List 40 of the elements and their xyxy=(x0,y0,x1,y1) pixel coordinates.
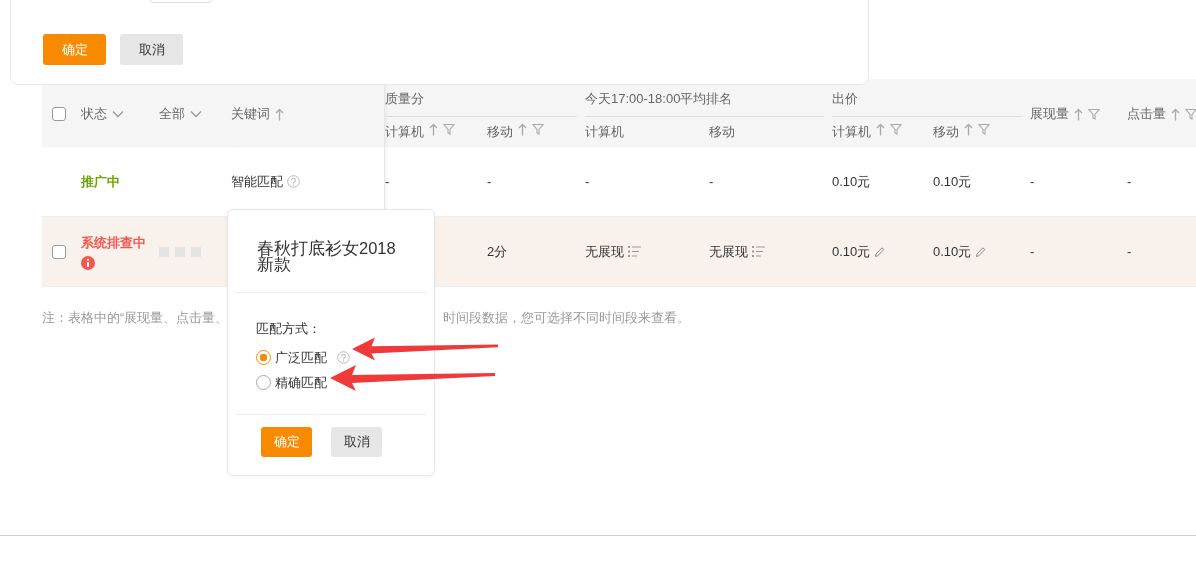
column-header[interactable]: 点击量 xyxy=(1127,105,1166,123)
option-label[interactable]: 广泛匹配 xyxy=(275,348,327,367)
note-text: 注：表格中的“展现量、点击量、 xyxy=(42,309,229,327)
table-cell: - xyxy=(1127,174,1132,189)
cancel-button[interactable]: 取消 xyxy=(331,427,382,457)
table-cell: 智能匹配 xyxy=(231,172,283,191)
option-label[interactable]: 精确匹配 xyxy=(275,373,327,392)
table-cell: 0.10元 xyxy=(832,242,871,261)
column-group-header: 出价 xyxy=(832,90,1022,117)
table-cell: 无展现 xyxy=(709,242,748,261)
column-header[interactable]: 状态 xyxy=(81,105,107,123)
column-header[interactable]: 展现量 xyxy=(1030,105,1069,123)
table-cell: 0.10元 xyxy=(933,242,972,261)
table-cell: 2分 xyxy=(487,242,508,261)
column-header[interactable]: 关键词 xyxy=(231,105,270,123)
column-header: 移动 xyxy=(709,123,735,141)
column-header: 计算机 xyxy=(585,123,624,141)
table-cell: - xyxy=(1030,174,1035,189)
column-group-header: 今天17:00-18:00平均排名 xyxy=(585,90,824,117)
status-label: 系统排查中 xyxy=(81,233,146,252)
table-cell: - xyxy=(585,174,590,189)
column-header[interactable]: 移动 xyxy=(933,123,959,141)
table-cell: 无展现 xyxy=(585,242,624,261)
cancel-button[interactable]: 取消 xyxy=(120,34,183,65)
status-label: 推广中 xyxy=(81,172,120,191)
table-cell: - xyxy=(385,174,390,189)
column-group-header: 质量分 xyxy=(385,90,577,117)
table-cell: - xyxy=(709,174,714,189)
table-cell: - xyxy=(487,174,492,189)
table-cell: - xyxy=(1127,244,1132,259)
field-label: 匹配方式： xyxy=(256,320,322,338)
note-text: 时间段数据，您可选择不同时间段来查看。 xyxy=(443,309,690,327)
table-cell: 0.10元 xyxy=(933,172,972,191)
column-header[interactable]: 移动 xyxy=(487,123,513,141)
table-cell: 0.10元 xyxy=(832,172,871,191)
column-header[interactable]: 计算机 xyxy=(385,123,424,141)
popover-title: 春秋打底衫女2018新款 xyxy=(256,238,397,275)
table-cell: - xyxy=(1030,244,1035,259)
column-header[interactable]: 全部 xyxy=(159,105,185,123)
column-header[interactable]: 计算机 xyxy=(832,123,871,141)
